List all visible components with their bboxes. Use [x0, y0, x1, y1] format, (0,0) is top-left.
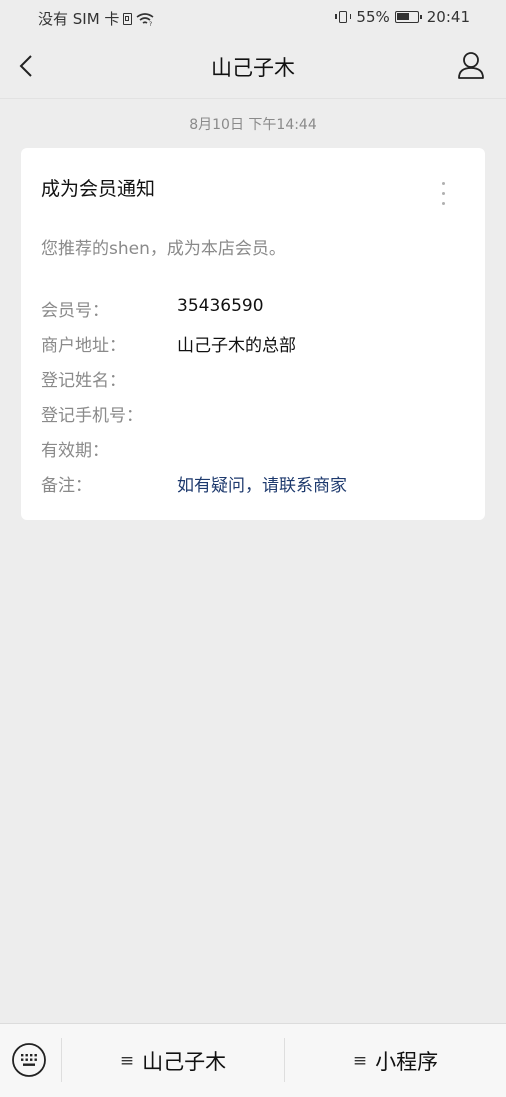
message-timestamp: 8月10日 下午14:44: [189, 117, 317, 133]
field-label: 会员号：: [41, 301, 109, 321]
field-row-address: 商户地址： 山己子木的总部: [41, 331, 471, 356]
menu-label: 小程序: [375, 1049, 439, 1074]
person-icon: [458, 52, 484, 79]
card-title: 成为会员通知: [41, 178, 156, 200]
status-left: 没有 SIM 卡 ?: [38, 8, 154, 29]
field-row-phone: 登记手机号：: [41, 401, 471, 426]
menu-lines-icon: ≡: [119, 1050, 135, 1071]
field-row-remark: 备注： 如有疑问，请联系商家: [41, 471, 471, 496]
bottom-menu-bar: ≡ 山己子木 ≡ 小程序: [0, 1023, 506, 1097]
field-label: 登记姓名：: [41, 371, 126, 391]
clock-time: 20:41: [426, 8, 470, 26]
status-bar: 没有 SIM 卡 ? 55% 20:41: [0, 0, 506, 34]
field-label: 有效期：: [41, 441, 109, 461]
sim-card-icon: [123, 12, 133, 25]
field-value: 山己子木的总部: [177, 336, 296, 356]
dot-icon: [441, 202, 445, 205]
field-row-name: 登记姓名：: [41, 366, 471, 391]
profile-button[interactable]: [456, 49, 486, 81]
notification-card[interactable]: 成为会员通知 您推荐的shen，成为本店会员。 会员号： 35436590 商户…: [21, 148, 485, 520]
field-value: 35436590: [177, 296, 264, 316]
field-row-validity: 有效期：: [41, 436, 471, 461]
field-row-member-id: 会员号： 35436590: [41, 296, 471, 321]
field-label: 登记手机号：: [41, 406, 143, 426]
contact-merchant-link[interactable]: 如有疑问，请联系商家: [177, 471, 347, 496]
nav-bar: 山己子木: [0, 34, 506, 99]
svg-text:?: ?: [149, 21, 152, 26]
field-label: 备注：: [41, 476, 92, 496]
keyboard-toggle-button[interactable]: [11, 1042, 47, 1078]
dot-icon: [441, 192, 445, 195]
field-label: 商户地址：: [41, 336, 126, 356]
carrier-text: 没有 SIM 卡: [38, 10, 120, 28]
menu-button-mini-program[interactable]: ≡ 小程序: [285, 1024, 506, 1097]
menu-button-shop[interactable]: ≡ 山己子木: [62, 1024, 284, 1097]
more-options-button[interactable]: [439, 182, 447, 212]
battery-percent: 55%: [356, 8, 390, 26]
card-description: 您推荐的shen，成为本店会员。: [41, 239, 286, 259]
menu-label: 山己子木: [142, 1049, 227, 1074]
battery-icon: [394, 11, 422, 23]
menu-lines-icon: ≡: [352, 1050, 368, 1071]
keyboard-icon: [12, 1043, 46, 1077]
wifi-icon: ?: [136, 12, 154, 26]
dot-icon: [441, 182, 445, 185]
page-title: 山己子木: [211, 56, 295, 80]
vibrate-icon: [335, 11, 352, 23]
status-right: 55% 20:41: [335, 8, 470, 26]
